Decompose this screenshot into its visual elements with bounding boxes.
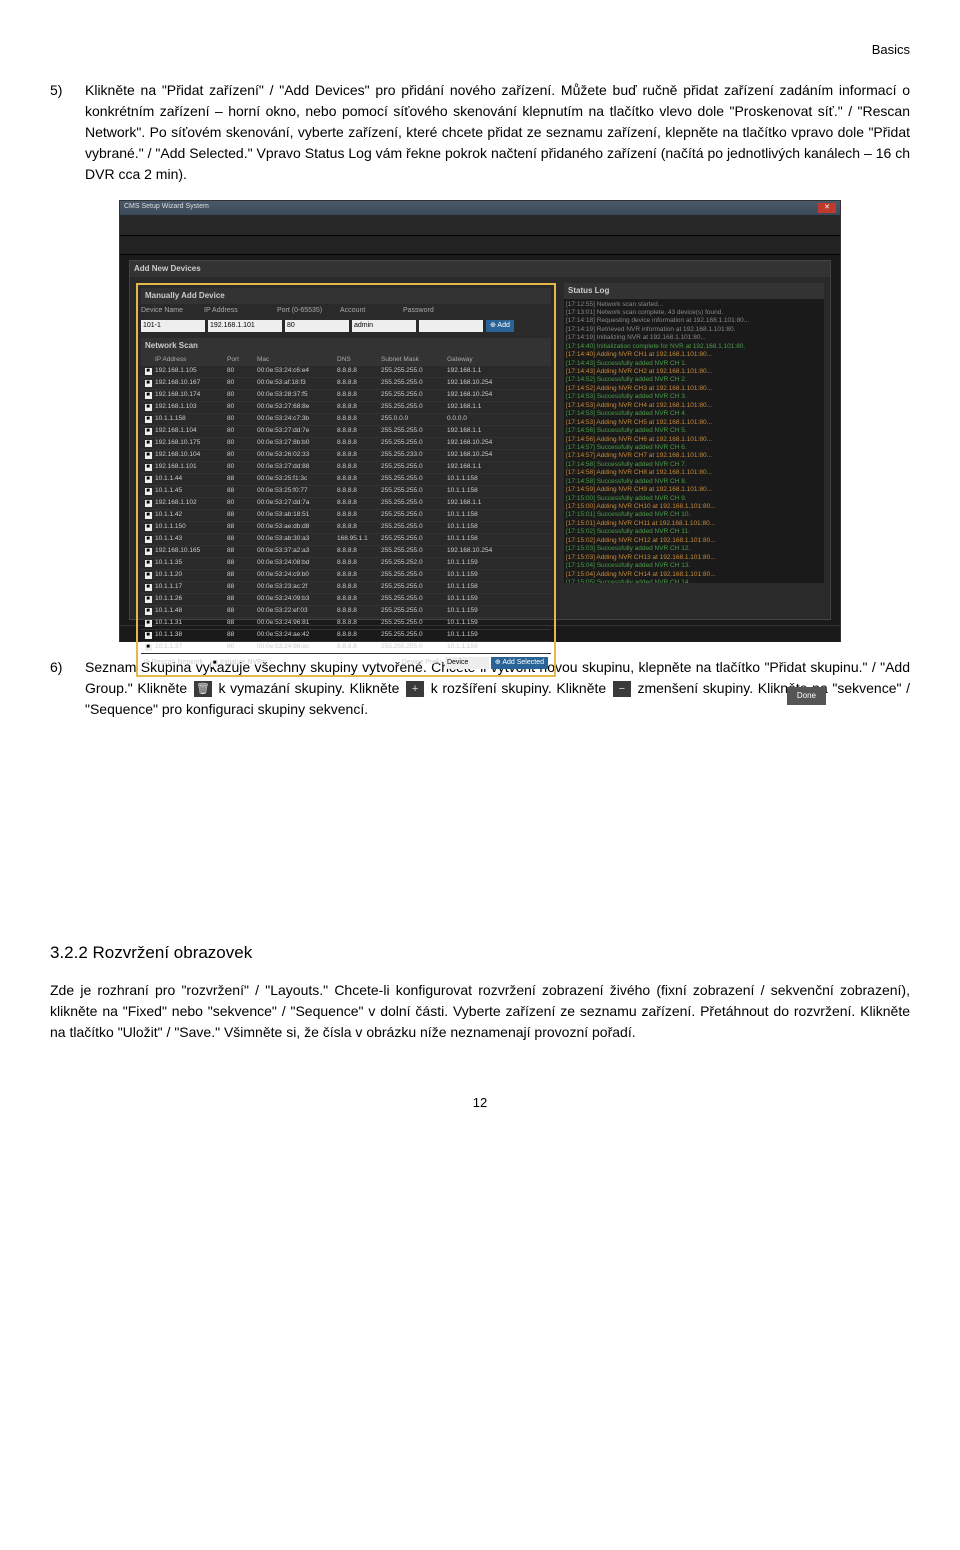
table-row[interactable]: ■192.168.10.1048000:0e:53:26:02:338.8.8.… <box>141 450 551 462</box>
add-devices-dialog: Add New Devices Manually Add Device Devi… <box>129 260 831 620</box>
trash-icon: 🗑 <box>194 681 212 697</box>
table-row[interactable]: ■192.168.1.1028000:0e:53:27:dd:7a8.8.8.8… <box>141 498 551 510</box>
step-5: 5) Klikněte na "Přidat zařízení" / "Add … <box>50 80 910 185</box>
plus-icon: + <box>406 681 424 697</box>
account-input[interactable]: admin <box>352 320 416 332</box>
table-row[interactable]: ■10.1.1.378000:0e:53:24:98:ec8.8.8.8255.… <box>141 642 551 654</box>
table-row[interactable]: ■192.168.1.1058000:0e:53:24:c6:e48.8.8.8… <box>141 366 551 378</box>
add-selected-button[interactable]: ⊕ Add Selected <box>491 657 548 669</box>
table-row[interactable]: ■10.1.1.1588000:0e:53:24:c7:3b8.8.8.8255… <box>141 414 551 426</box>
app-toolbar <box>120 236 840 255</box>
table-row[interactable]: ■10.1.1.388800:0e:53:24:ae:428.8.8.8255.… <box>141 630 551 642</box>
page-number: 12 <box>50 1093 910 1113</box>
table-row[interactable]: ■10.1.1.268800:0e:53:24:09:b38.8.8.8255.… <box>141 594 551 606</box>
step-5-text: Klikněte na "Přidat zařízení" / "Add Dev… <box>85 80 910 185</box>
status-log-title: Status Log <box>564 283 824 299</box>
table-row[interactable]: ■10.1.1.438800:0e:53:ab:30:a3168.95.1.12… <box>141 534 551 546</box>
section-heading: 3.2.2 Rozvržení obrazovek <box>50 940 910 966</box>
scan-section-title: Network Scan <box>141 338 551 354</box>
table-row[interactable]: ■10.1.1.448800:0e:53:25:f1:3c8.8.8.8255.… <box>141 474 551 486</box>
table-row[interactable]: ■192.168.1.1048000:0e:53:27:dd:7e8.8.8.8… <box>141 426 551 438</box>
status-log-content: [17:12:55] Network scan started...[17:13… <box>564 299 824 583</box>
table-row[interactable]: ■10.1.1.208800:0e:53:24:c9:b08.8.8.8255.… <box>141 570 551 582</box>
window-titlebar: CMS Setup Wizard System ✕ <box>120 201 840 215</box>
table-row[interactable]: ■10.1.1.428800:0e:53:ab:18:518.8.8.8255.… <box>141 510 551 522</box>
dialog-title: Add New Devices <box>130 261 830 277</box>
device-prefix-input[interactable]: Device <box>445 657 489 669</box>
table-row[interactable]: ■192.168.10.1748000:0e:53:28:37:f58.8.8.… <box>141 390 551 402</box>
manual-headers: Device Name IP Address Port (0-65535) Ac… <box>141 304 551 319</box>
table-row[interactable]: ■10.1.1.358800:0e:53:24:08:bd8.8.8.8255.… <box>141 558 551 570</box>
table-row[interactable]: ■192.168.10.1658800:0e:53:37:a2:a38.8.8.… <box>141 546 551 558</box>
step-number: 6) <box>50 657 85 720</box>
password-input[interactable] <box>419 320 483 332</box>
window-title: CMS Setup Wizard System <box>124 202 209 213</box>
close-icon[interactable]: ✕ <box>818 203 836 213</box>
screenshot-add-devices: CMS Setup Wizard System ✕ Add New Device… <box>119 200 841 642</box>
scan-bottom-bar: ⟳ Rescan Network ■ Initialize NVRs Devic… <box>141 654 551 672</box>
manual-section-title: Manually Add Device <box>141 288 551 304</box>
ip-address-input[interactable]: 192.168.1.101 <box>208 320 282 332</box>
table-row[interactable]: ■10.1.1.178800:0e:53:23:ac:2f8.8.8.8255.… <box>141 582 551 594</box>
initialize-checkbox[interactable]: ■ <box>211 660 218 667</box>
scan-table-header: IP Address Port Mac DNS Subnet Mask Gate… <box>141 354 551 366</box>
header-basics: Basics <box>50 40 910 60</box>
app-topbar <box>120 215 840 236</box>
scan-table: IP Address Port Mac DNS Subnet Mask Gate… <box>141 354 551 654</box>
table-row[interactable]: ■192.168.10.1758000:0e:53:27:8b:b08.8.8.… <box>141 438 551 450</box>
section-text: Zde je rozhraní pro "rozvržení" / "Layou… <box>50 980 910 1043</box>
rescan-network-button[interactable]: ⟳ Rescan Network <box>144 658 203 669</box>
table-row[interactable]: ■192.168.1.1018000:0e:53:27:dd:888.8.8.8… <box>141 462 551 474</box>
step-number: 5) <box>50 80 85 185</box>
manual-inputs: 101-1 192.168.1.101 80 admin ⊕ Add <box>141 318 551 334</box>
left-panel: Manually Add Device Device Name IP Addre… <box>136 283 556 677</box>
table-row[interactable]: ■192.168.1.1038000:0e:53:27:68:8e8.8.8.8… <box>141 402 551 414</box>
table-row[interactable]: ■10.1.1.488800:0e:53:22:ef:038.8.8.8255.… <box>141 606 551 618</box>
table-row[interactable]: ■10.1.1.318800:0e:53:24:96:818.8.8.8255.… <box>141 618 551 630</box>
done-button[interactable]: Done <box>787 687 826 705</box>
table-row[interactable]: ■192.168.10.1678000:0e:53:af:18:f38.8.8.… <box>141 378 551 390</box>
minus-icon: − <box>613 681 631 697</box>
status-log-panel: Status Log [17:12:55] Network scan start… <box>564 283 824 677</box>
device-name-input[interactable]: 101-1 <box>141 320 205 332</box>
port-input[interactable]: 80 <box>285 320 349 332</box>
table-row[interactable]: ■10.1.1.1508800:0e:53:ae:db:d88.8.8.8255… <box>141 522 551 534</box>
add-button[interactable]: ⊕ Add <box>486 320 514 332</box>
table-row[interactable]: ■10.1.1.458800:0e:53:25:f0:778.8.8.8255.… <box>141 486 551 498</box>
